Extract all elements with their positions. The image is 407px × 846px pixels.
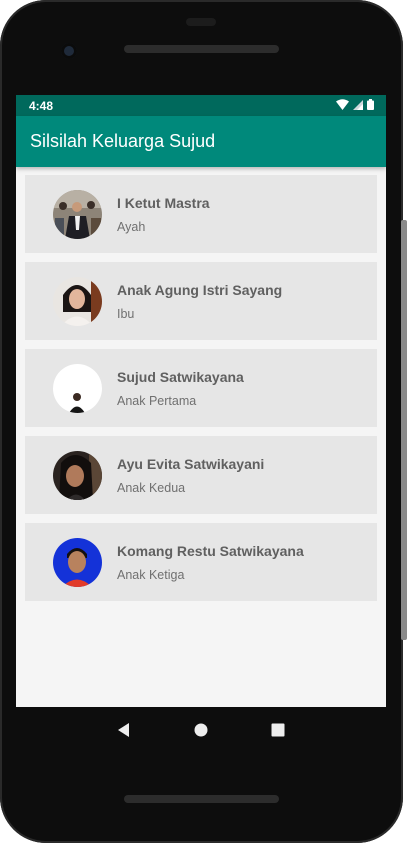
family-list: I Ketut Mastra Ayah Anak Agung Istri Say… (16, 167, 386, 601)
member-name: Ayu Evita Satwikayani (117, 455, 265, 472)
member-role: Anak Pertama (117, 393, 197, 408)
proximity-sensor (186, 18, 216, 26)
member-info: Sujud Satwikayana Anak Pertama (117, 369, 244, 408)
recents-icon[interactable] (268, 720, 288, 740)
home-icon[interactable] (191, 720, 211, 740)
wifi-icon (336, 98, 349, 113)
avatar (53, 276, 102, 326)
status-time: 4:48 (29, 98, 54, 113)
member-info: Komang Restu Satwikayana Anak Ketiga (117, 543, 304, 582)
member-role: Ibu (117, 306, 135, 321)
avatar (53, 189, 102, 239)
app-title: Silsilah Keluarga Sujud (30, 131, 216, 151)
member-card-i-ketut-mastra[interactable]: I Ketut Mastra Ayah (25, 175, 377, 253)
app-bar: Silsilah Keluarga Sujud (16, 116, 386, 167)
avatar (53, 537, 102, 587)
front-camera (61, 43, 77, 59)
member-role: Ayah (117, 219, 146, 234)
status-bar: 4:48 (16, 95, 386, 116)
signal-icon (353, 99, 363, 113)
member-name: Komang Restu Satwikayana (117, 542, 304, 559)
member-name: I Ketut Mastra (117, 194, 210, 211)
battery-icon (367, 98, 374, 113)
avatar (53, 363, 102, 413)
member-card-ayu-evita-satwikayani[interactable]: Ayu Evita Satwikayani Anak Kedua (25, 436, 377, 514)
member-card-anak-agung-istri-sayang[interactable]: Anak Agung Istri Sayang Ibu (25, 262, 377, 340)
member-card-komang-restu-satwikayana[interactable]: Komang Restu Satwikayana Anak Ketiga (25, 523, 377, 601)
status-icons (336, 98, 374, 113)
member-role: Anak Ketiga (117, 567, 185, 582)
member-card-sujud-satwikayana[interactable]: Sujud Satwikayana Anak Pertama (25, 349, 377, 427)
phone-frame: 4:48 Silsilah Keluarga Sujud I Ketut Mas… (0, 0, 403, 843)
member-role: Anak Kedua (117, 480, 186, 495)
back-icon[interactable] (114, 720, 134, 740)
member-name: Anak Agung Istri Sayang (117, 281, 283, 298)
member-info: Anak Agung Istri Sayang Ibu (117, 282, 282, 321)
member-info: Ayu Evita Satwikayani Anak Kedua (117, 456, 264, 495)
screen: 4:48 Silsilah Keluarga Sujud I Ketut Mas… (16, 95, 386, 707)
earpiece-speaker (124, 45, 279, 53)
avatar (53, 450, 102, 500)
member-info: I Ketut Mastra Ayah (117, 195, 210, 234)
navigation-bar (16, 707, 386, 752)
bottom-speaker (124, 795, 279, 803)
member-name: Sujud Satwikayana (117, 368, 244, 385)
side-buttons (401, 220, 407, 640)
